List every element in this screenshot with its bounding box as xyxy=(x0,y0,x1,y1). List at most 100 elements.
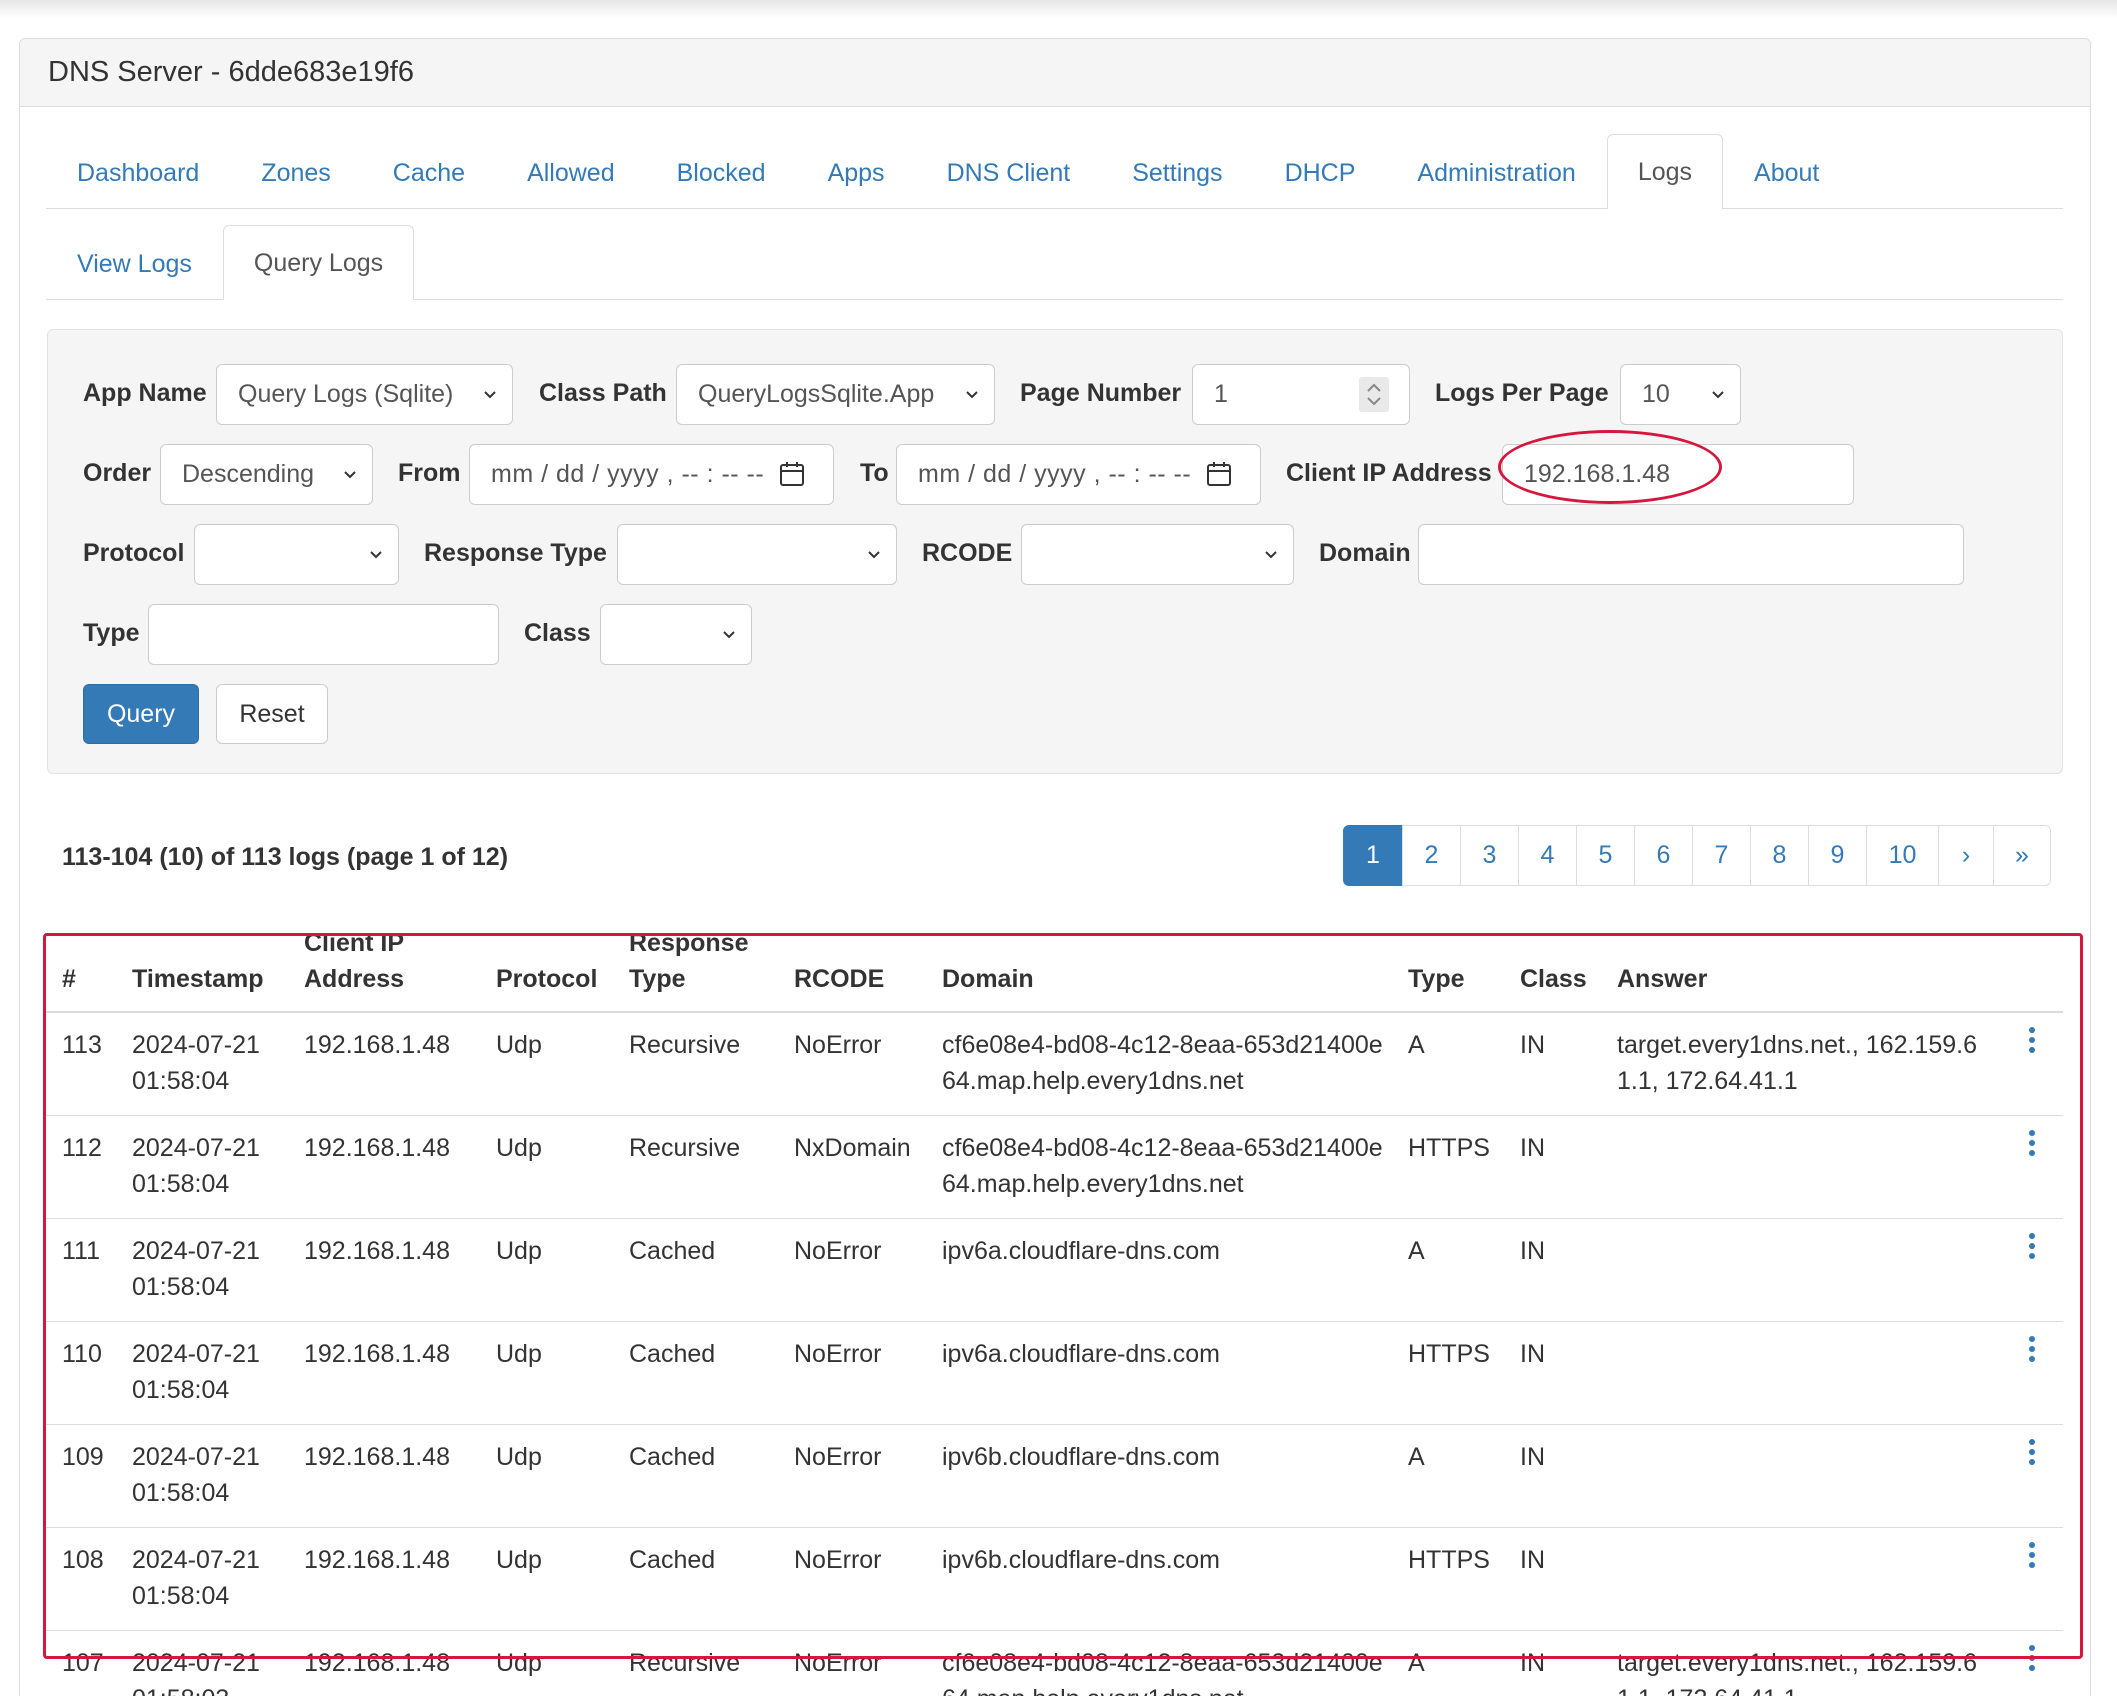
client-ip-input[interactable]: 192.168.1.48 xyxy=(1502,444,1854,505)
page-link-10[interactable]: 10 xyxy=(1866,825,1939,886)
page-link-7[interactable]: 7 xyxy=(1692,825,1751,886)
cell-domain: ipv6b.cloudflare-dns.com xyxy=(926,1526,1392,1630)
last-page-link[interactable]: » xyxy=(1993,825,2051,886)
app-name-value: Query Logs (Sqlite) xyxy=(238,380,454,408)
class-path-value: QueryLogsSqlite.App xyxy=(698,380,935,408)
page-number-input[interactable]: 1 xyxy=(1192,364,1410,425)
cell-response-type: Recursive xyxy=(613,1011,778,1115)
chevron-down-icon xyxy=(344,471,356,479)
cell-answer xyxy=(1601,1320,1998,1424)
table-row: 110 2024-07-21 01:58:04 192.168.1.48 Udp Cac… xyxy=(46,1320,2063,1424)
client-ip-value: 192.168.1.48 xyxy=(1524,460,1670,488)
class-label: Class xyxy=(524,619,591,647)
response-type-select[interactable] xyxy=(617,524,897,585)
chevron-down-icon xyxy=(370,551,382,559)
rcode-select[interactable] xyxy=(1021,524,1294,585)
from-label: From xyxy=(398,459,461,487)
more-options-icon[interactable] xyxy=(2029,1644,2037,1675)
page-link-4[interactable]: 4 xyxy=(1518,825,1577,886)
page-title: DNS Server - 6dde683e19f6 xyxy=(20,39,2090,107)
column-header: Domain xyxy=(926,920,1392,1013)
type-input[interactable] xyxy=(148,604,499,665)
domain-input[interactable] xyxy=(1418,524,1964,585)
cell-response-type: Cached xyxy=(613,1320,778,1424)
table-row: 109 2024-07-21 01:58:04 192.168.1.48 Udp Cac… xyxy=(46,1423,2063,1527)
column-header: Answer xyxy=(1601,920,1998,1013)
spinner-arrows-icon[interactable] xyxy=(1359,377,1389,412)
more-options-icon[interactable] xyxy=(2029,1541,2037,1572)
class-select[interactable] xyxy=(600,604,752,665)
more-options-icon[interactable] xyxy=(2029,1335,2037,1366)
cell-client-ip: 192.168.1.48 xyxy=(288,1423,480,1527)
page-link-1[interactable]: 1 xyxy=(1343,825,1403,886)
tab-allowed[interactable]: Allowed xyxy=(496,137,646,209)
tab-settings[interactable]: Settings xyxy=(1101,137,1253,209)
calendar-icon[interactable] xyxy=(1206,461,1232,487)
more-options-icon[interactable] xyxy=(2029,1027,2037,1057)
tab-cache[interactable]: Cache xyxy=(362,137,496,209)
cell-protocol: Udp xyxy=(480,1629,613,1696)
cell-rcode: NxDomain xyxy=(778,1114,926,1218)
row-menu-cell xyxy=(1998,1423,2063,1527)
class-path-select[interactable]: QueryLogsSqlite.App xyxy=(676,364,995,425)
cell-answer: target.every1dns.net., 162.159.61.1, 172… xyxy=(1601,1011,1998,1115)
page-link-8[interactable]: 8 xyxy=(1750,825,1809,886)
reset-button[interactable]: Reset xyxy=(216,684,328,744)
protocol-label: Protocol xyxy=(83,539,185,567)
from-datetime-input[interactable]: mm / dd / yyyy , -- : -- -- xyxy=(469,444,834,505)
cell-protocol: Udp xyxy=(480,1114,613,1218)
tab-blocked[interactable]: Blocked xyxy=(646,137,797,209)
results-summary: 113-104 (10) of 113 logs (page 1 of 12) xyxy=(62,843,509,871)
row-menu-cell xyxy=(1998,1629,2063,1696)
column-header: Protocol xyxy=(480,920,613,1013)
page-link-2[interactable]: 2 xyxy=(1402,825,1461,886)
tab-zones[interactable]: Zones xyxy=(230,137,361,209)
to-datetime-input[interactable]: mm / dd / yyyy , -- : -- -- xyxy=(896,444,1261,505)
cell-rcode: NoError xyxy=(778,1629,926,1696)
page-link-3[interactable]: 3 xyxy=(1460,825,1519,886)
protocol-select[interactable] xyxy=(194,524,399,585)
logs-table-container[interactable]: # Timestamp Client IP Address Protocol R… xyxy=(46,920,2063,1696)
cell-timestamp: 2024-07-21 01:58:04 xyxy=(116,1423,288,1527)
cell-response-type: Cached xyxy=(613,1526,778,1630)
cell-rcode: NoError xyxy=(778,1320,926,1424)
tab-apps[interactable]: Apps xyxy=(797,137,916,209)
top-shadow xyxy=(0,0,2117,18)
next-page-link[interactable]: › xyxy=(1938,825,1994,886)
column-header: Type xyxy=(1392,920,1504,1013)
cell-num: 112 xyxy=(46,1114,116,1218)
cell-domain: cf6e08e4-bd08-4c12-8eaa-653d21400e64.map… xyxy=(926,1011,1392,1115)
cell-response-type: Recursive xyxy=(613,1629,778,1696)
tab-logs[interactable]: Logs xyxy=(1606,134,1724,209)
tab-about[interactable]: About xyxy=(1723,137,1850,209)
chevron-down-icon xyxy=(1265,551,1277,559)
cell-rcode: NoError xyxy=(778,1526,926,1630)
column-header-actions xyxy=(1998,920,2063,1013)
query-form: App Name Query Logs (Sqlite) Class Path … xyxy=(47,329,2063,774)
page-link-9[interactable]: 9 xyxy=(1808,825,1867,886)
page-link-5[interactable]: 5 xyxy=(1576,825,1635,886)
cell-type: A xyxy=(1392,1423,1504,1527)
app-name-select[interactable]: Query Logs (Sqlite) xyxy=(216,364,513,425)
logs-per-page-select[interactable]: 10 xyxy=(1620,364,1741,425)
tab-dashboard[interactable]: Dashboard xyxy=(46,137,230,209)
row-menu-cell xyxy=(1998,1320,2063,1424)
tab-query-logs[interactable]: Query Logs xyxy=(222,225,415,300)
cell-num: 107 xyxy=(46,1629,116,1696)
cell-num: 108 xyxy=(46,1526,116,1630)
cell-timestamp: 2024-07-21 01:58:04 xyxy=(116,1114,288,1218)
query-button[interactable]: Query xyxy=(83,684,199,744)
more-options-icon[interactable] xyxy=(2029,1129,2037,1160)
table-row: 108 2024-07-21 01:58:04 192.168.1.48 Udp Cac… xyxy=(46,1526,2063,1630)
page-link-6[interactable]: 6 xyxy=(1634,825,1693,886)
tab-view-logs[interactable]: View Logs xyxy=(46,228,223,300)
more-options-icon[interactable] xyxy=(2029,1232,2037,1263)
calendar-icon[interactable] xyxy=(779,461,805,487)
cell-domain: ipv6b.cloudflare-dns.com xyxy=(926,1423,1392,1527)
logs-sub-tabs: View Logs Query Logs xyxy=(46,225,2063,300)
tab-administration[interactable]: Administration xyxy=(1386,137,1606,209)
tab-dns-client[interactable]: DNS Client xyxy=(916,137,1102,209)
order-select[interactable]: Descending xyxy=(160,444,373,505)
more-options-icon[interactable] xyxy=(2029,1438,2037,1469)
tab-dhcp[interactable]: DHCP xyxy=(1254,137,1387,209)
